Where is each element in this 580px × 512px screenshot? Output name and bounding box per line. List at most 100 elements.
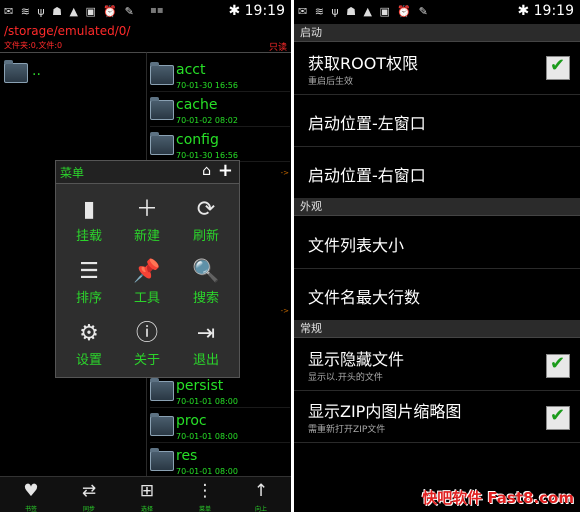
setting-filename-max-lines[interactable]: 文件名最大行数 <box>294 268 580 321</box>
plus-icon: ＋ <box>135 197 158 222</box>
current-path[interactable]: /storage/emulated/0/ <box>4 24 130 38</box>
file-date: 70-01-30 16:56 <box>176 81 238 90</box>
menu-item-label: 关于 <box>133 353 160 368</box>
clock: 19:19 <box>533 3 574 19</box>
zip-thumbnails-checkbox[interactable]: ✔ <box>546 405 570 430</box>
file-row[interactable]: proc 70-01-01 08:00 <box>150 408 290 443</box>
menu-item-search[interactable]: 🔍 搜索 <box>176 253 236 311</box>
menu-item-mount[interactable]: ▮ 挂载 <box>59 191 119 249</box>
heart-icon: ♥ <box>23 481 39 501</box>
menu-item-refresh[interactable]: ⟳ 刷新 <box>176 191 236 249</box>
setting-title: 显示隐藏文件 <box>308 350 405 369</box>
menu-item-label: 刷新 <box>192 229 219 244</box>
file-row[interactable]: cache 70-01-02 08:02 <box>150 92 290 127</box>
file-name: cache <box>176 97 218 113</box>
setting-root-access[interactable]: 获取ROOT权限 重启后生效 ✔ <box>294 42 580 95</box>
status-bar: ✉ ≋ ψ ☗ ▲ ▣ ⏰ ✎ ▪▪ ✱ 19:19 <box>0 0 291 24</box>
gear-icon: ⚙ <box>79 321 99 346</box>
watermark: 快吧软件 Fast8.com <box>422 489 574 507</box>
file-row[interactable]: config 70-01-30 16:56 <box>150 127 290 162</box>
file-date: 70-01-01 08:00 <box>176 467 238 476</box>
menu-item-label: 排序 <box>75 291 102 306</box>
file-manager-screen: ✉ ≋ ψ ☗ ▲ ▣ ⏰ ✎ ▪▪ ✱ 19:19 /storage/emul… <box>0 0 291 512</box>
parent-directory-label: .. <box>32 63 41 79</box>
file-date: 70-01-30 16:56 <box>176 151 238 160</box>
folder-icon <box>4 60 28 83</box>
refresh-icon: ⟳ <box>196 197 216 222</box>
file-row[interactable]: res 70-01-01 08:00 <box>150 443 290 478</box>
setting-title: 获取ROOT权限 <box>308 54 419 73</box>
up-arrow-icon: ↑ <box>253 481 269 501</box>
info-icon: ⓘ <box>135 321 158 346</box>
menu-item-label: 搜索 <box>192 291 219 306</box>
exit-icon: ⇥ <box>196 321 216 346</box>
setting-title: 文件名最大行数 <box>308 288 421 307</box>
file-row[interactable]: acct 70-01-30 16:56 <box>150 57 290 92</box>
menu-button[interactable]: ⋮ 菜单 <box>176 477 234 512</box>
check-icon: ✔ <box>550 405 566 426</box>
sort-icon: ☰ <box>79 259 99 284</box>
root-access-checkbox[interactable]: ✔ <box>546 55 570 80</box>
folder-icon <box>150 413 174 436</box>
menu-item-about[interactable]: ⓘ 关于 <box>117 315 177 373</box>
menu-item-exit[interactable]: ⇥ 退出 <box>176 315 236 373</box>
popup-menu: 菜单 ⌂ + ▮ 挂载 ＋ 新建 ⟳ 刷新 ☰ 排序 📌 工具 🔍 搜索 ⚙ 设置 ⓘ 关于 ⇥… <box>55 160 240 378</box>
folder-icon <box>150 378 174 401</box>
menu-item-settings[interactable]: ⚙ 设置 <box>59 315 119 373</box>
add-icon[interactable]: + <box>218 160 233 181</box>
setting-title: 显示ZIP内图片缩略图 <box>308 402 462 421</box>
folder-icon <box>150 448 174 471</box>
setting-show-hidden-files[interactable]: 显示隐藏文件 显示以.开头的文件 ✔ <box>294 338 580 391</box>
setting-start-left-window[interactable]: 启动位置-左窗口 <box>294 94 580 147</box>
menu-item-label: 挂载 <box>75 229 102 244</box>
toolbar-label: 菜单 <box>198 506 211 512</box>
status-bar: ✉ ≋ ψ ☗ ▲ ▣ ⏰ ✎ ✱ 19:19 <box>294 0 580 24</box>
menu-icon: ⋮ <box>196 481 214 501</box>
menu-item-label: 设置 <box>75 353 102 368</box>
menu-item-label: 工具 <box>133 291 160 306</box>
show-hidden-checkbox[interactable]: ✔ <box>546 353 570 378</box>
status-dots-icon: ▪▪ <box>150 5 164 16</box>
file-name: proc <box>176 413 207 429</box>
toolbar-label: 同步 <box>82 506 95 512</box>
clock: 19:19 <box>244 3 285 19</box>
toolbar-label: 向上 <box>254 506 267 512</box>
check-icon: ✔ <box>550 353 566 374</box>
setting-start-right-window[interactable]: 启动位置-右窗口 <box>294 146 580 199</box>
file-date: 70-01-02 08:02 <box>176 116 238 125</box>
menu-item-label: 退出 <box>192 353 219 368</box>
sync-button[interactable]: ⇄ 同步 <box>60 477 118 512</box>
bookmarks-button[interactable]: ♥ 书签 <box>2 477 60 512</box>
menu-item-new[interactable]: ＋ 新建 <box>117 191 177 249</box>
setting-summary: 需重新打开ZIP文件 <box>308 425 386 435</box>
setting-title: 启动位置-右窗口 <box>308 166 426 185</box>
bluetooth-icon: ✱ <box>517 3 530 19</box>
setting-file-list-size[interactable]: 文件列表大小 <box>294 216 580 269</box>
file-name: res <box>176 448 198 464</box>
menu-item-tools[interactable]: 📌 工具 <box>117 253 177 311</box>
link-arrow-icon: -> <box>280 307 289 315</box>
file-date: 70-01-01 08:00 <box>176 397 238 406</box>
setting-zip-thumbnails[interactable]: 显示ZIP内图片缩略图 需重新打开ZIP文件 ✔ <box>294 390 580 443</box>
up-button[interactable]: ↑ 向上 <box>232 477 290 512</box>
folder-icon <box>150 97 174 120</box>
section-header-startup: 启动 <box>294 24 580 42</box>
file-row[interactable]: persist 70-01-01 08:00 <box>150 373 290 408</box>
setting-summary: 显示以.开头的文件 <box>308 373 383 383</box>
select-icon: ⊞ <box>139 481 155 501</box>
toolbar-label: 书签 <box>24 506 37 512</box>
notification-icons: ✉ ≋ ψ ☗ ▲ ▣ ⏰ ✎ <box>298 5 430 18</box>
pin-icon: 📌 <box>133 259 161 284</box>
setting-title: 文件列表大小 <box>308 236 405 255</box>
swap-icon: ⇄ <box>81 481 97 501</box>
parent-directory-row[interactable]: .. <box>4 60 41 91</box>
home-icon[interactable]: ⌂ <box>202 163 211 179</box>
menu-item-sort[interactable]: ☰ 排序 <box>59 253 119 311</box>
file-name: acct <box>176 62 206 78</box>
folder-icon <box>150 62 174 85</box>
notification-icons: ✉ ≋ ψ ☗ ▲ ▣ ⏰ ✎ <box>4 5 136 18</box>
check-icon: ✔ <box>550 55 566 76</box>
link-arrow-icon: -> <box>280 169 289 177</box>
file-name: persist <box>176 378 224 394</box>
select-button[interactable]: ⊞ 选择 <box>118 477 176 512</box>
